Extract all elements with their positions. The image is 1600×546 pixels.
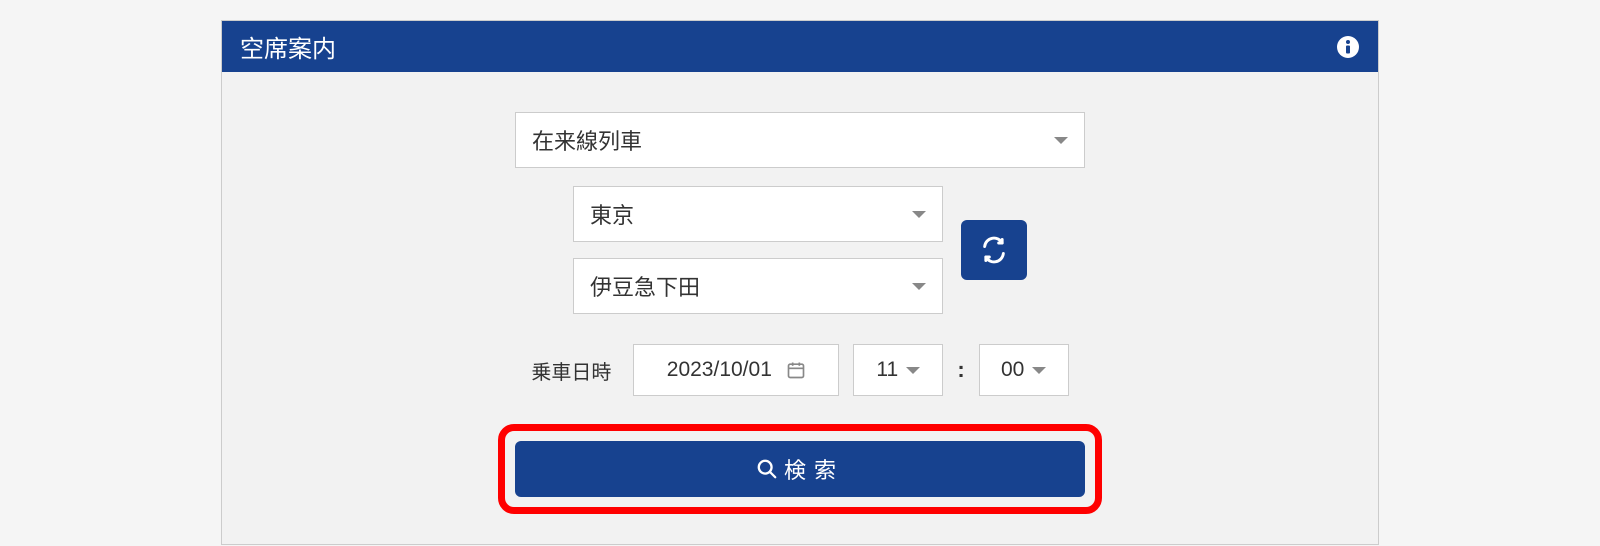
panel-title: 空席案内 — [240, 29, 336, 64]
train-type-select[interactable]: 在来線列車 — [515, 112, 1085, 168]
hour-value: 11 — [876, 358, 898, 382]
chevron-down-icon — [1054, 137, 1068, 144]
info-button[interactable] — [1336, 35, 1360, 59]
origin-station-select[interactable]: 東京 — [573, 186, 943, 242]
chevron-down-icon — [906, 367, 920, 374]
destination-station-value: 伊豆急下田 — [590, 270, 700, 302]
datetime-label: 乗車日時 — [531, 356, 611, 385]
chevron-down-icon — [1032, 367, 1046, 374]
search-button-highlight: 検索 — [498, 424, 1102, 514]
search-button-label: 検索 — [784, 453, 844, 485]
hour-select[interactable]: 11 — [853, 344, 943, 396]
panel-body: 在来線列車 東京 伊豆急下田 — [222, 72, 1378, 544]
chevron-down-icon — [912, 211, 926, 218]
origin-station-value: 東京 — [590, 198, 634, 230]
train-type-value: 在来線列車 — [532, 124, 642, 156]
info-icon — [1336, 35, 1360, 59]
panel-header: 空席案内 — [222, 21, 1378, 72]
seat-availability-panel: 空席案内 在来線列車 東京 伊豆急下田 — [221, 20, 1379, 545]
datetime-row: 乗車日時 2023/10/01 11 : 00 — [531, 344, 1068, 396]
destination-station-select[interactable]: 伊豆急下田 — [573, 258, 943, 314]
chevron-down-icon — [912, 283, 926, 290]
time-separator: : — [957, 357, 964, 383]
calendar-icon — [786, 360, 806, 380]
minute-value: 00 — [1001, 358, 1024, 382]
date-value: 2023/10/01 — [667, 358, 772, 382]
swap-stations-button[interactable] — [961, 220, 1027, 280]
minute-select[interactable]: 00 — [979, 344, 1069, 396]
date-input[interactable]: 2023/10/01 — [633, 344, 839, 396]
swap-icon — [980, 236, 1008, 264]
search-icon — [756, 458, 778, 480]
search-button[interactable]: 検索 — [515, 441, 1085, 497]
